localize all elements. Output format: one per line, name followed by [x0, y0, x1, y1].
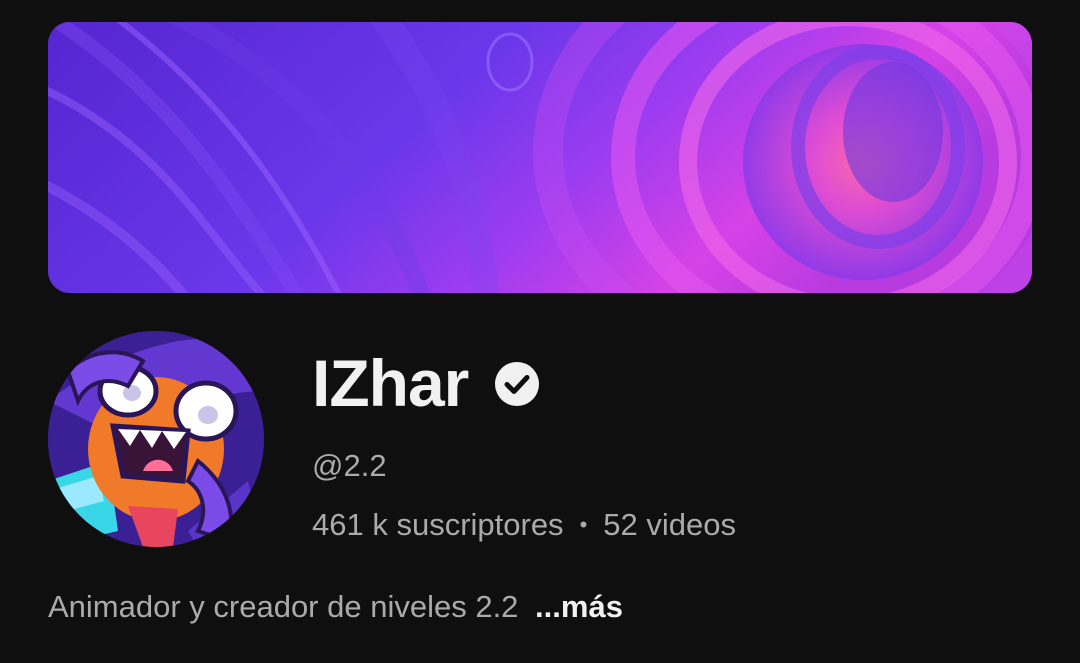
stats-separator: •: [579, 512, 588, 537]
channel-banner: [48, 22, 1032, 293]
verified-check-icon: [495, 362, 540, 406]
description-text: Animador y creador de niveles 2.2: [48, 589, 519, 624]
channel-handle: @2.2: [312, 448, 387, 483]
channel-description[interactable]: Animador y creador de niveles 2.2 ...más: [48, 587, 623, 627]
channel-stats: 461 k suscriptores • 52 videos: [312, 505, 736, 545]
avatar-character-icon: [48, 331, 264, 547]
video-count: 52 videos: [603, 507, 736, 542]
banner-artwork: [48, 22, 1032, 293]
subscriber-count: 461 k suscriptores: [312, 507, 564, 542]
more-link[interactable]: ...más: [535, 589, 623, 624]
channel-name-row: IZhar: [312, 340, 540, 426]
channel-page: IZhar @2.2 461 k suscriptores • 52 video…: [0, 0, 1080, 663]
channel-title: IZhar: [312, 346, 469, 420]
channel-avatar[interactable]: [48, 331, 264, 547]
